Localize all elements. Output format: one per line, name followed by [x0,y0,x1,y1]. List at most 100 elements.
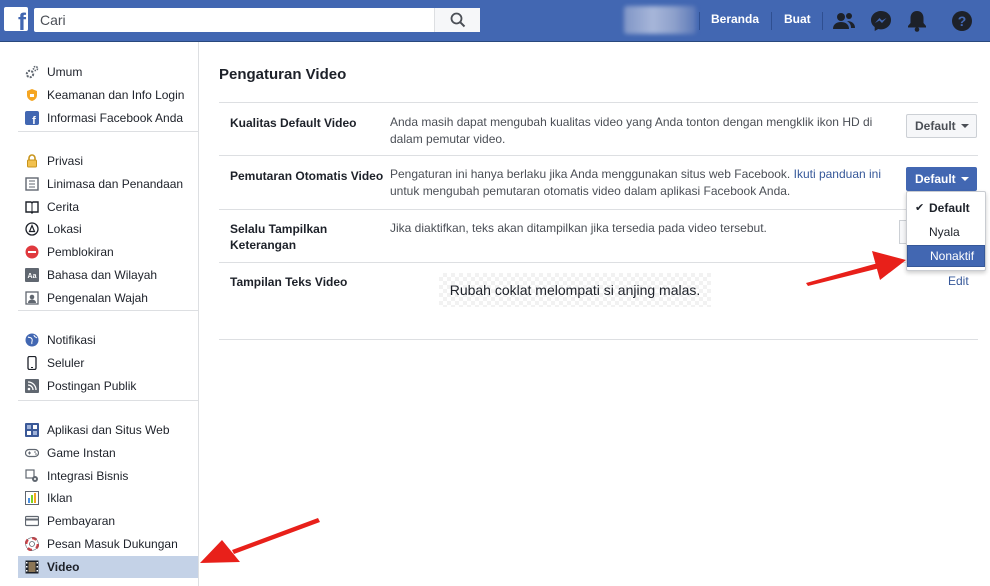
search-button[interactable] [434,8,480,32]
video-quality-button-label: Default [915,119,956,133]
nav-home-link[interactable]: Beranda [711,12,759,26]
search-box [34,8,480,32]
checkmark-icon: ✔ [915,202,925,214]
sidebar-item-gamepad[interactable]: Game Instan [18,442,198,464]
dropdown-option-default[interactable]: ✔ Default [907,197,985,219]
row-divider [219,209,978,210]
setting-desc-video-quality: Anda masih dapat mengubah kualitas video… [390,115,873,146]
book-icon [24,199,40,215]
sidebar-item-apps[interactable]: Aplikasi dan Situs Web [18,419,198,441]
sidebar-item-gear[interactable]: Umum [18,61,198,83]
sidebar-item-label: Umum [47,65,83,79]
apps-icon [24,422,40,438]
option-label: Default [929,201,970,215]
sidebar-item-label: Lokasi [47,222,82,237]
sidebar-item-label: Pembayaran [47,514,116,529]
sidebar-item-block[interactable]: Pemblokiran [18,241,198,263]
nav-divider [822,12,823,30]
row-divider [219,339,978,340]
help-icon[interactable]: ? [949,8,975,34]
sidebar-item-lock[interactable]: Privasi [18,150,198,172]
nav-create-link[interactable]: Buat [784,12,811,26]
sidebar-item-label: Pesan Masuk Dukungan [47,537,178,551]
sidebar-item-lifebuoy[interactable]: Pesan Masuk Dukungan [18,533,198,555]
sidebar-item-face[interactable]: Pengenalan Wajah [18,287,198,309]
option-label: Nyala [929,225,960,239]
captions-label-line2: Keterangan [230,238,297,252]
chevron-down-icon [960,177,969,181]
autoplay-guide-link[interactable]: Ikuti panduan ini [794,167,881,181]
friends-icon[interactable] [831,8,857,34]
sidebar-item-label: Iklan [47,491,73,506]
dropdown-option-off[interactable]: Nonaktif [907,245,985,267]
row-divider [219,262,978,263]
sidebar-item-label: Postingan Publik [47,378,137,393]
sidebar-item-label: Integrasi Bisnis [47,468,129,483]
sidebar-item-label: Pemblokiran [47,245,114,260]
search-icon [450,12,465,28]
shield-icon [24,87,40,103]
sidebar-item-language[interactable]: Aa Bahasa dan Wilayah [18,264,198,286]
face-icon [24,290,40,306]
messenger-icon[interactable] [868,8,894,34]
caption-sample-preview: Rubah coklat melompati si anjing malas. [439,273,711,307]
search-input[interactable] [34,8,434,32]
edit-text-display-link[interactable]: Edit [948,274,969,288]
block-icon [24,244,40,260]
top-navigation-bar: f Beranda Buat ? [0,0,990,42]
notifications-icon[interactable] [904,8,930,34]
row-divider [219,102,978,103]
sidebar-divider [18,131,198,132]
page-title: Pengaturan Video [219,66,347,83]
globe-icon [24,332,40,348]
dropdown-option-on[interactable]: Nyala [907,221,985,243]
setting-label-text-display: Tampilan Teks Video [230,275,348,289]
sidebar-item-label: Bahasa dan Wilayah [47,268,158,282]
sidebar-item-rss[interactable]: Postingan Publik [18,375,198,397]
facebook-icon: f [24,110,40,126]
profile-link-blurred[interactable] [624,6,696,34]
sidebar-divider [18,310,198,311]
timeline-icon [24,176,40,192]
sidebar-item-card[interactable]: Pembayaran [18,510,198,532]
lock-icon [24,153,40,169]
setting-desc-captions: Jika diaktifkan, teks akan ditampilkan j… [390,221,767,235]
option-label: Nonaktif [930,249,975,263]
sidebar-item-facebook[interactable]: f Informasi Facebook Anda [18,107,198,129]
nav-divider [699,12,700,30]
sidebar-item-label: Notifikasi [47,333,96,347]
chevron-down-icon [960,124,969,128]
sidebar-item-label: Video [47,559,80,574]
setting-label-video-quality: Kualitas Default Video [230,116,357,130]
sidebar-item-film[interactable]: Video [18,555,198,578]
sidebar-item-ads[interactable]: Iklan [18,487,198,509]
sidebar-item-book[interactable]: Cerita [18,196,198,218]
settings-sidebar: Umum Keamanan dan Info Login f Informasi Fa… [18,42,199,586]
sidebar-item-label: Aplikasi dan Situs Web [47,423,170,437]
sidebar-item-globe[interactable]: Notifikasi [18,329,198,351]
row-divider [219,155,978,156]
sidebar-item-label: Privasi [47,154,84,168]
sidebar-item-shield[interactable]: Keamanan dan Info Login [18,84,198,106]
sidebar-item-timeline[interactable]: Linimasa dan Penandaan [18,173,198,195]
nav-divider [771,12,772,30]
ads-icon [24,490,40,506]
gear-icon [24,64,40,80]
video-quality-dropdown-button[interactable]: Default [906,114,977,138]
arrow-to-video [200,518,320,563]
gamepad-icon [24,445,40,461]
svg-text:Aa: Aa [28,273,37,280]
captions-label-line1: Selalu Tampilkan [230,222,328,236]
sidebar-item-label: Pengenalan Wajah [47,290,148,305]
setting-desc-autoplay: Pengaturan ini hanya berlaku jika Anda m… [390,166,890,200]
arrow-to-nonaktif [806,251,906,286]
sidebar-item-mobile[interactable]: Seluler [18,352,198,374]
sidebar-item-business[interactable]: Integrasi Bisnis [18,465,198,487]
sidebar-item-location[interactable]: Lokasi [18,218,198,240]
facebook-logo[interactable]: f [4,7,28,31]
lifebuoy-icon [24,536,40,552]
location-icon [24,221,40,237]
autoplay-dropdown-button[interactable]: Default [906,167,977,191]
rss-icon [24,378,40,394]
sidebar-item-label: Keamanan dan Info Login [47,87,185,102]
